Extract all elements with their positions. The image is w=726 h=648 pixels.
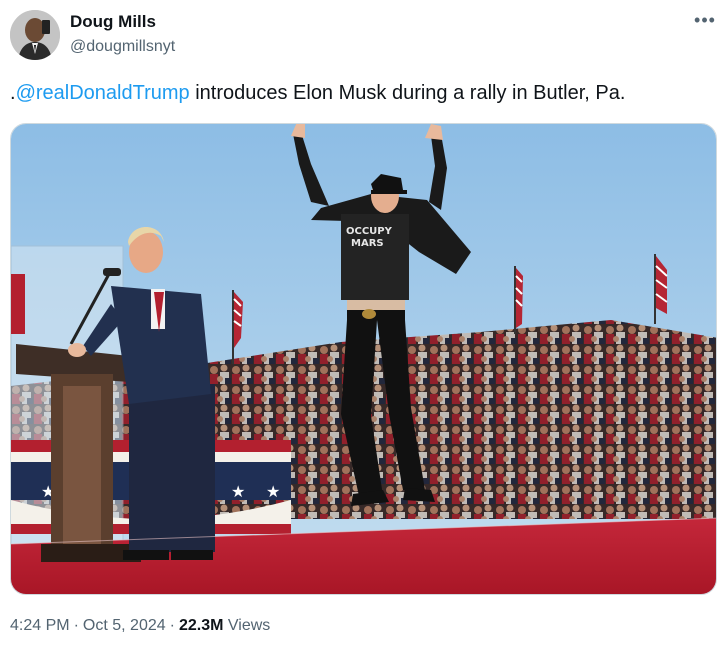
views-count: 22.3M — [178, 617, 224, 634]
author-name[interactable]: Doug Mills — [70, 11, 156, 33]
rally-photo: ★ ★ ★ ★ ★ — [11, 124, 716, 594]
timestamp[interactable]: 4:24 PM · Oct 5, 2024 — [10, 617, 166, 634]
time: 4:24 PM — [10, 617, 70, 634]
tweet-body: introduces Elon Musk during a rally in B… — [189, 82, 626, 104]
author-handle[interactable]: @dougmillsnyt — [70, 36, 175, 58]
tweet-meta: 4:24 PM · Oct 5, 2024 · 22.3M Views — [10, 615, 270, 637]
more-horizontal-icon: ••• — [694, 10, 716, 30]
flag-mid — [514, 266, 523, 334]
separator: · — [169, 617, 175, 634]
avatar[interactable] — [10, 10, 60, 60]
date: Oct 5, 2024 — [82, 617, 166, 634]
svg-text:★: ★ — [231, 482, 245, 501]
more-options-button[interactable]: ••• — [690, 10, 720, 34]
shirt-text-bottom: MARS — [351, 238, 384, 249]
tweet-text: .@realDonaldTrump introduces Elon Musk d… — [10, 80, 710, 106]
svg-text:★: ★ — [266, 482, 280, 501]
shirt-text-top: OCCUPY — [346, 226, 393, 237]
tweet-card: Doug Mills @dougmillsnyt ••• .@realDonal… — [0, 0, 726, 648]
tweet-photo[interactable]: ★ ★ ★ ★ ★ — [10, 123, 717, 595]
views-label: Views — [227, 617, 271, 634]
avatar-image — [10, 10, 60, 60]
mention-link[interactable]: @realDonaldTrump — [16, 82, 190, 104]
separator: · — [73, 617, 79, 634]
